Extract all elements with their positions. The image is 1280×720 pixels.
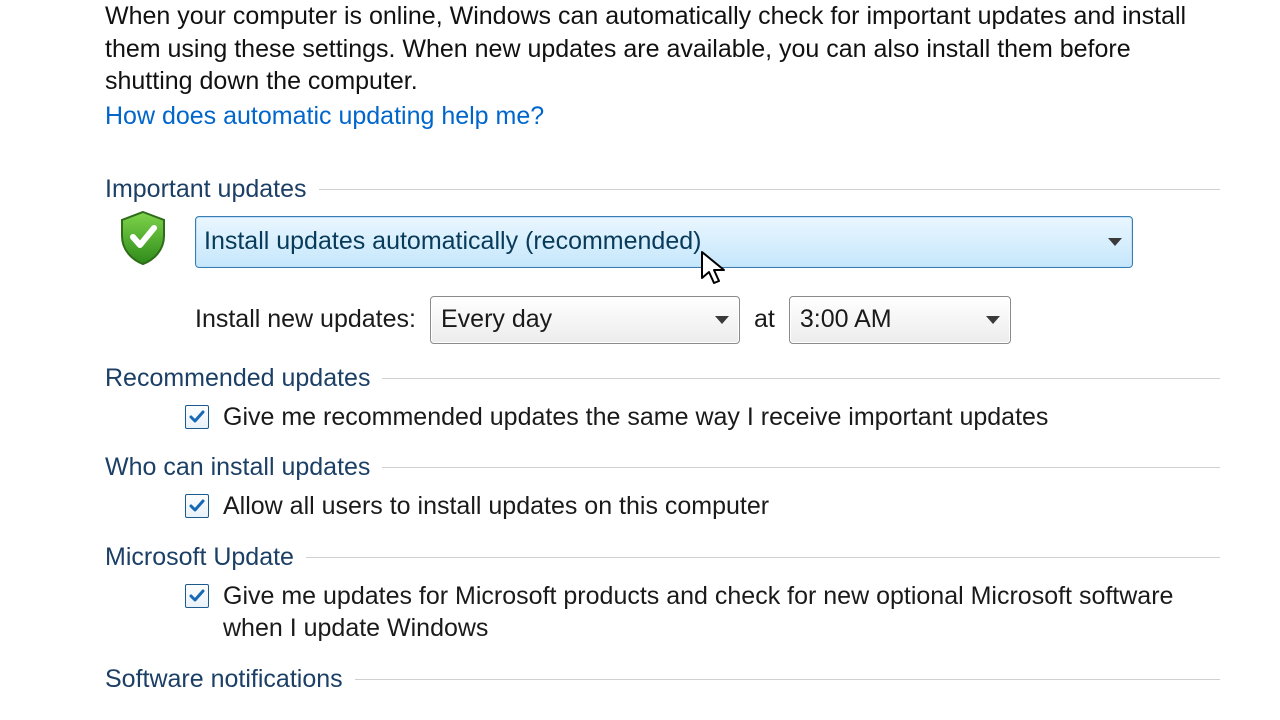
help-link[interactable]: How does automatic updating help me? bbox=[105, 102, 544, 131]
group-who-can-install: Who can install updates Allow all users … bbox=[105, 453, 1220, 535]
allow-all-users-checkbox[interactable] bbox=[185, 494, 209, 518]
group-software-notifications: Software notifications bbox=[105, 665, 1220, 694]
group-important-updates: Important updates Install updates automa… bbox=[105, 175, 1220, 356]
allow-all-users-label: Allow all users to install updates on th… bbox=[223, 490, 769, 523]
update-mode-value: Install updates automatically (recommend… bbox=[204, 227, 701, 256]
legend-important-updates: Important updates bbox=[105, 175, 319, 204]
time-value: 3:00 AM bbox=[800, 305, 892, 334]
microsoft-update-label: Give me updates for Microsoft products a… bbox=[223, 580, 1220, 645]
chevron-down-icon bbox=[715, 316, 729, 324]
legend-who-can-install: Who can install updates bbox=[105, 453, 382, 482]
recommended-checkbox-label: Give me recommended updates the same way… bbox=[223, 401, 1048, 434]
time-dropdown[interactable]: 3:00 AM bbox=[789, 296, 1011, 344]
frequency-value: Every day bbox=[441, 305, 552, 334]
schedule-label: Install new updates: bbox=[195, 305, 416, 334]
legend-software-notifications: Software notifications bbox=[105, 665, 355, 694]
frequency-dropdown[interactable]: Every day bbox=[430, 296, 740, 344]
update-mode-dropdown[interactable]: Install updates automatically (recommend… bbox=[195, 216, 1133, 268]
legend-recommended-updates: Recommended updates bbox=[105, 364, 382, 393]
chevron-down-icon bbox=[986, 316, 1000, 324]
intro-text: When your computer is online, Windows ca… bbox=[105, 0, 1220, 98]
legend-microsoft-update: Microsoft Update bbox=[105, 543, 306, 572]
chevron-down-icon bbox=[1108, 238, 1122, 246]
recommended-checkbox[interactable] bbox=[185, 405, 209, 429]
shield-check-icon bbox=[118, 210, 168, 266]
group-recommended-updates: Recommended updates Give me recommended … bbox=[105, 364, 1220, 446]
group-microsoft-update: Microsoft Update Give me updates for Mic… bbox=[105, 543, 1220, 657]
at-label: at bbox=[754, 305, 775, 334]
microsoft-update-checkbox[interactable] bbox=[185, 584, 209, 608]
